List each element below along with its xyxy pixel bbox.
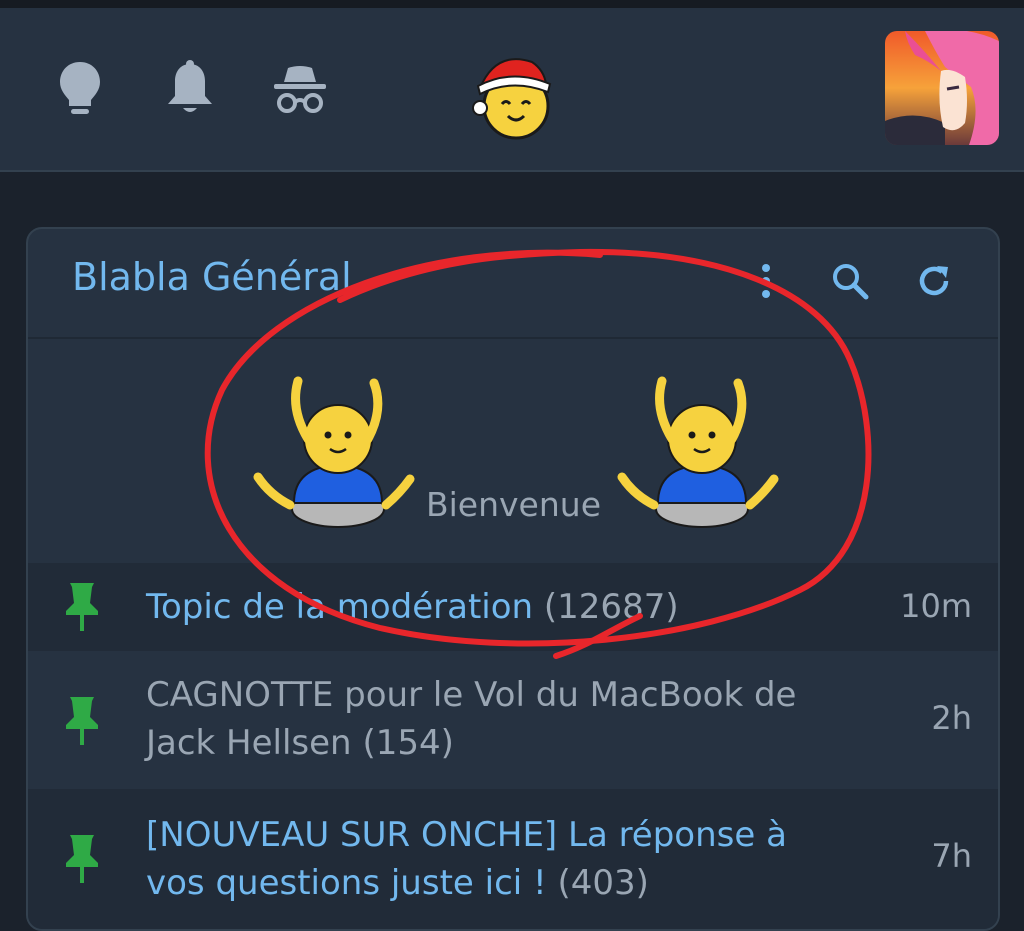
topic-title-text: CAGNOTTE pour le Vol du MacBook de Jack … (146, 675, 797, 763)
waving-mascot-icon (614, 369, 784, 539)
forum-actions (740, 255, 960, 307)
refresh-icon[interactable] (908, 255, 960, 307)
bell-icon[interactable] (160, 58, 220, 122)
topic-title[interactable]: [NOUVEAU SUR ONCHE] La réponse à vos que… (146, 789, 848, 907)
forum-card: Blabla Général Bienvenue Topic de la mod… (26, 227, 1000, 931)
topic-count: (154) (362, 723, 454, 763)
topic-row[interactable]: CAGNOTTE pour le Vol du MacBook de Jack … (28, 651, 998, 789)
lightbulb-icon[interactable] (50, 58, 110, 122)
pin-icon (60, 691, 104, 751)
search-icon[interactable] (824, 255, 876, 307)
welcome-text: Bienvenue (426, 485, 601, 524)
topic-title-text: Topic de la modération (146, 587, 534, 627)
incognito-icon[interactable] (270, 58, 330, 122)
topic-row[interactable]: Topic de la modération (12687) 10m (28, 563, 998, 651)
topic-time: 10m (900, 587, 972, 625)
topic-title[interactable]: CAGNOTTE pour le Vol du MacBook de Jack … (146, 651, 848, 767)
topic-title[interactable]: Topic de la modération (12687) (146, 563, 848, 631)
topic-count: (403) (557, 863, 649, 903)
topic-time: 7h (931, 837, 972, 875)
top-navbar (0, 8, 1024, 172)
santa-hat-smiley-logo[interactable] (466, 48, 558, 140)
status-strip (0, 0, 1024, 8)
welcome-banner: Bienvenue (28, 339, 998, 563)
pin-icon (60, 829, 104, 889)
topic-time: 2h (931, 699, 972, 737)
topic-row[interactable]: [NOUVEAU SUR ONCHE] La réponse à vos que… (28, 789, 998, 929)
pin-icon (60, 577, 104, 637)
user-avatar[interactable] (885, 31, 999, 145)
topic-count: (12687) (543, 587, 679, 627)
topic-title-text: [NOUVEAU SUR ONCHE] La réponse à vos que… (146, 815, 787, 903)
forum-title[interactable]: Blabla Général (72, 255, 352, 299)
more-vertical-icon[interactable] (740, 255, 792, 307)
waving-mascot-icon (250, 369, 420, 539)
